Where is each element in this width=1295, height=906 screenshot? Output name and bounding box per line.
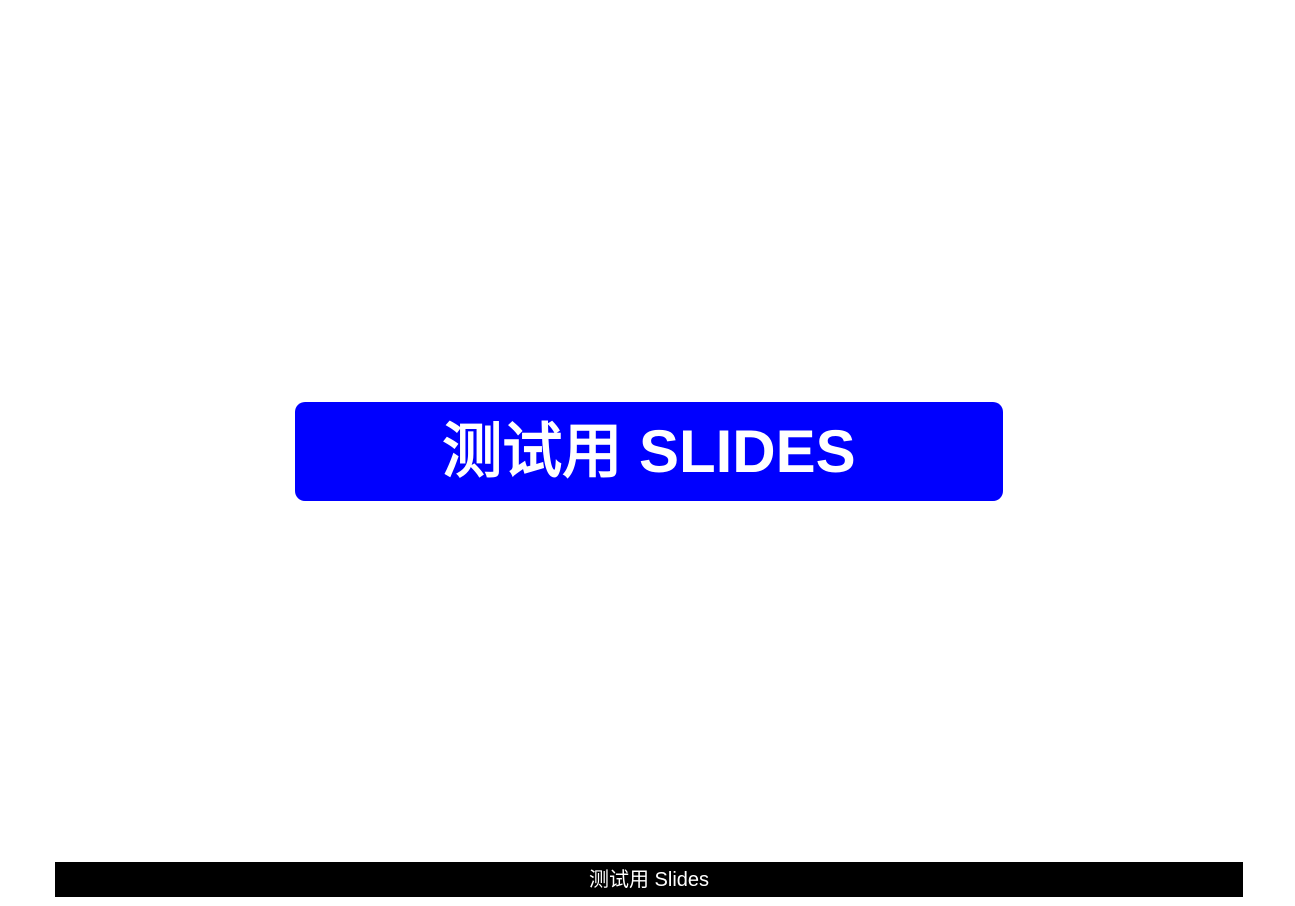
title-banner: 测试用 SLIDES	[295, 402, 1003, 501]
footer-label: 测试用 Slides	[588, 868, 710, 891]
footer-bar: 测试用 Slides	[55, 862, 1243, 897]
slide-title: 测试用 SLIDES	[442, 417, 856, 485]
slide-canvas: 测试用 SLIDES 测试用 Slides	[0, 0, 1295, 906]
